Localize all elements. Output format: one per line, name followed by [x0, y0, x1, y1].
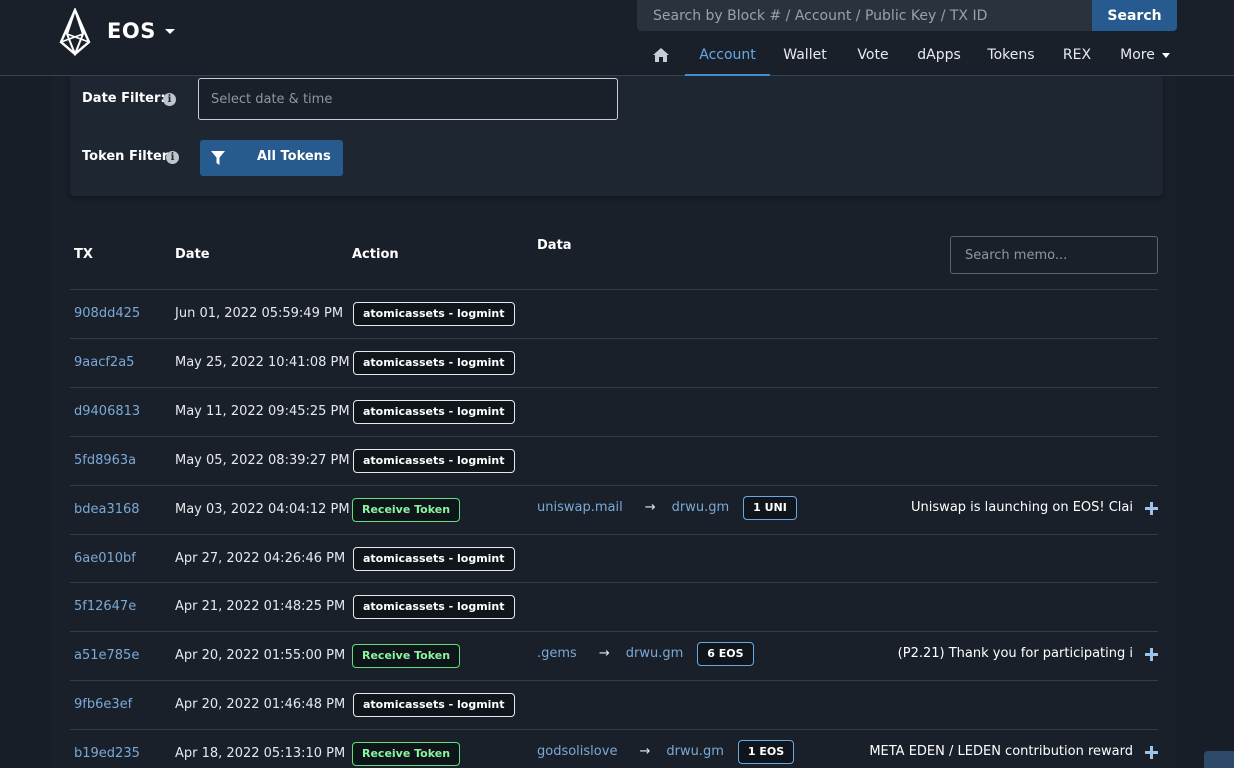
top-header: EOS Search Account Wallet Vote dApps Tok… [0, 0, 1234, 76]
from-account-link[interactable]: godsolislove [537, 728, 617, 768]
search-button[interactable]: Search [1092, 0, 1177, 31]
token-filter-label-text: All Tokens [257, 149, 331, 164]
date-cell: May 05, 2022 08:39:27 PM [175, 452, 350, 468]
chevron-down-icon[interactable] [165, 29, 175, 34]
receive-token-badge: Receive Token [352, 644, 461, 669]
date-cell: Apr 20, 2022 01:55:00 PM [175, 648, 346, 664]
info-icon[interactable]: i [163, 93, 176, 106]
date-cell: Apr 20, 2022 01:46:48 PM [175, 697, 346, 713]
action-badge: atomicassets - logmint [353, 350, 515, 375]
date-cell: Apr 18, 2022 05:13:10 PM [175, 746, 346, 762]
table-row: d9406813 May 11, 2022 09:45:25 PM atomicas… [70, 386, 1158, 436]
tx-link[interactable]: bdea3168 [74, 486, 140, 534]
table-row: 5fd8963a May 05, 2022 08:39:27 PM atomicas… [70, 435, 1158, 485]
plus-icon[interactable] [1145, 501, 1158, 515]
tx-link[interactable]: 9fb6e3ef [74, 681, 132, 729]
table-row: b19ed235 Apr 18, 2022 05:13:10 PM Receive … [70, 729, 1158, 768]
eos-logo-icon[interactable] [58, 8, 92, 56]
nav-more[interactable]: More [1114, 36, 1176, 76]
action-badge: atomicassets - logmint [353, 399, 515, 424]
to-account-link[interactable]: drwu.gm [666, 728, 724, 768]
to-account-link[interactable]: drwu.gm [626, 630, 684, 678]
amount-badge: 1 EOS [737, 740, 795, 765]
scroll-top-button[interactable] [1204, 751, 1234, 768]
amount-badge: 6 EOS [697, 642, 754, 667]
action-badge: atomicassets - logmint [353, 693, 515, 718]
tx-link[interactable]: 5fd8963a [74, 437, 136, 485]
date-cell: Jun 01, 2022 05:59:49 PM [175, 306, 344, 321]
tx-link[interactable]: 9aacf2a5 [74, 339, 134, 387]
arrow-right-icon: → [639, 744, 651, 760]
token-filter-label: Token Filter: [82, 149, 174, 164]
to-account-link[interactable]: drwu.gm [672, 484, 730, 532]
tx-link[interactable]: d9406813 [74, 388, 140, 436]
plus-icon[interactable] [1145, 648, 1158, 662]
home-icon[interactable] [653, 48, 669, 62]
nav-dapps[interactable]: dApps [913, 36, 965, 76]
table-row: 908dd425 Jun 01, 2022 05:59:49 PM atomicas… [70, 289, 1158, 338]
table-row: 9aacf2a5 May 25, 2022 10:41:08 PM atomicas… [70, 337, 1158, 387]
arrow-right-icon: → [598, 646, 610, 662]
memo-text: META EDEN / LEDEN contribution reward [869, 744, 1133, 760]
nav-rex[interactable]: REX [1056, 36, 1098, 76]
nav-wallet[interactable]: Wallet [775, 36, 835, 76]
filter-icon [211, 151, 225, 165]
action-badge: atomicassets - logmint [353, 448, 515, 473]
column-header-action: Action [352, 247, 399, 262]
tx-link[interactable]: b19ed235 [74, 730, 140, 768]
memo-text: Uniswap is launching on EOS! Clai [911, 499, 1133, 515]
date-cell: Apr 27, 2022 04:26:46 PM [175, 550, 346, 566]
token-filter-button[interactable]: All Tokens [200, 140, 343, 176]
date-filter-input[interactable] [198, 78, 618, 120]
memo-search-input[interactable] [950, 236, 1158, 274]
receive-token-badge: Receive Token [352, 742, 461, 767]
memo-text: (P2.21) Thank you for participating i [897, 646, 1133, 662]
action-badge: atomicassets - logmint [353, 546, 515, 571]
arrow-right-icon: → [644, 499, 656, 515]
receive-token-badge: Receive Token [352, 497, 461, 522]
tx-link[interactable]: 908dd425 [74, 290, 140, 338]
nav-more-label: More [1120, 47, 1155, 63]
plus-icon[interactable] [1145, 746, 1158, 760]
nav-vote[interactable]: Vote [850, 36, 896, 76]
info-icon[interactable]: i [166, 151, 179, 164]
table-row: 6ae010bf Apr 27, 2022 04:26:46 PM atomicas… [70, 533, 1158, 583]
search-input[interactable] [637, 0, 1092, 31]
from-account-link[interactable]: uniswap.mail [537, 484, 623, 532]
table-row: 5f12647e Apr 21, 2022 01:48:25 PM atomicas… [70, 582, 1158, 631]
column-header-tx: TX [74, 247, 93, 262]
date-cell: May 03, 2022 04:04:12 PM [175, 501, 350, 517]
action-badge: atomicassets - logmint [353, 302, 515, 326]
date-filter-label: Date Filter: [82, 91, 166, 106]
nav-account[interactable]: Account [685, 36, 770, 76]
tx-link[interactable]: a51e785e [74, 632, 139, 680]
brand-name[interactable]: EOS [107, 19, 156, 43]
column-header-data: Data [537, 238, 572, 253]
date-cell: Apr 21, 2022 01:48:25 PM [175, 599, 346, 615]
table-row: a51e785e Apr 20, 2022 01:55:00 PM Receive … [70, 631, 1158, 680]
date-cell: May 11, 2022 09:45:25 PM [175, 403, 350, 419]
amount-badge: 1 UNI [743, 495, 797, 520]
tx-link[interactable]: 6ae010bf [74, 535, 136, 583]
from-account-link[interactable]: .gems [537, 630, 577, 678]
chevron-down-icon [1161, 52, 1170, 58]
table-row: bdea3168 May 03, 2022 04:04:12 PM Receive … [70, 484, 1158, 534]
nav-tokens[interactable]: Tokens [982, 36, 1040, 76]
table-row: 9fb6e3ef Apr 20, 2022 01:46:48 PM atomicas… [70, 680, 1158, 729]
action-badge: atomicassets - logmint [353, 595, 515, 620]
date-cell: May 25, 2022 10:41:08 PM [175, 354, 350, 370]
tx-link[interactable]: 5f12647e [74, 583, 136, 631]
column-header-date: Date [175, 247, 210, 262]
